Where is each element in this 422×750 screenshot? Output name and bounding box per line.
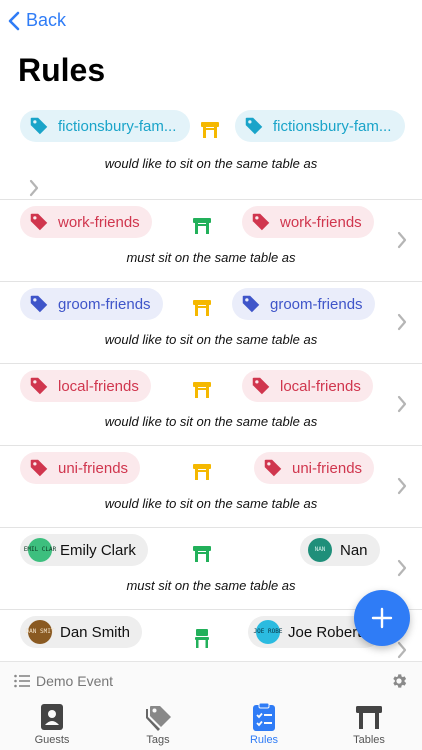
- rule-caption: must sit on the same table as: [126, 578, 296, 593]
- page-title: Rules: [18, 52, 106, 88]
- tag-chip[interactable]: uni-friends: [20, 452, 141, 484]
- avatar: NAN: [308, 538, 332, 562]
- tag-icon: [30, 377, 48, 395]
- tag-icon: [30, 213, 48, 231]
- tab-label: Rules: [249, 734, 279, 746]
- tag-label: local-friends: [280, 377, 361, 395]
- guest-name: Emily Clark: [60, 541, 136, 559]
- tag-label: work-friends: [58, 213, 140, 231]
- event-bar[interactable]: Demo Event: [0, 661, 422, 699]
- tab-rules[interactable]: Rules: [222, 699, 306, 746]
- table-icon: [356, 706, 382, 729]
- gear-icon[interactable]: [390, 672, 408, 690]
- clipboard-checklist-icon: [253, 702, 275, 731]
- add-rule-button[interactable]: [354, 590, 410, 646]
- avatar: EMIL CLAR: [24, 538, 56, 562]
- tag-chip[interactable]: groom-friends: [20, 288, 163, 320]
- chevron-right-icon: [397, 395, 407, 413]
- table-icon: [193, 546, 211, 562]
- contact-card-icon: [41, 704, 63, 730]
- rule-row[interactable]: uni-friends uni-friends would like to si…: [0, 446, 422, 528]
- rule-caption: would like to sit on the same table as: [104, 496, 318, 511]
- chevron-right-icon: [397, 559, 407, 577]
- tab-label: Tags: [146, 734, 170, 746]
- tab-label: Tables: [353, 734, 385, 746]
- list-icon: [14, 674, 30, 688]
- event-name: Demo Event: [36, 673, 114, 689]
- back-label: Back: [26, 10, 67, 30]
- tag-label: local-friends: [58, 377, 139, 395]
- tab-tables[interactable]: Tables: [327, 699, 411, 746]
- tag-label: fictionsbury-fam...: [58, 117, 177, 135]
- avatar: JOE ROBE: [254, 620, 282, 644]
- guest-name: Nan: [340, 541, 368, 559]
- tag-chip[interactable]: local-friends: [242, 370, 373, 402]
- tags-icon: [146, 706, 171, 731]
- rule-row[interactable]: work-friends work-friends must sit on th…: [0, 200, 422, 282]
- tag-label: uni-friends: [292, 459, 363, 477]
- tab-guests[interactable]: Guests: [10, 699, 94, 746]
- avatar: DAN SMIT: [26, 620, 54, 644]
- tag-icon: [245, 117, 263, 135]
- table-icon: [193, 218, 211, 234]
- table-icon: [201, 122, 219, 138]
- tag-chip[interactable]: fictionsbury-fam...: [235, 110, 405, 142]
- tag-label: fictionsbury-fam...: [273, 117, 392, 135]
- tag-chip[interactable]: fictionsbury-fam...: [20, 110, 190, 142]
- tag-label: uni-friends: [58, 459, 129, 477]
- rule-row[interactable]: local-friends local-friends would like t…: [0, 364, 422, 446]
- plus-icon: [371, 607, 393, 629]
- tag-icon: [242, 295, 260, 313]
- tag-icon: [252, 213, 270, 231]
- table-icon: [193, 464, 211, 480]
- tag-chip[interactable]: groom-friends: [232, 288, 375, 320]
- table-icon: [193, 382, 211, 398]
- tag-chip[interactable]: uni-friends: [254, 452, 375, 484]
- tag-label: work-friends: [280, 213, 362, 231]
- tag-icon: [264, 459, 282, 477]
- rule-row[interactable]: fictionsbury-fam... fictionsbury-fam... …: [0, 104, 422, 200]
- rules-list[interactable]: fictionsbury-fam... fictionsbury-fam... …: [0, 104, 422, 660]
- tab-bar: Guests Tags Rules Tables: [0, 699, 422, 750]
- guest-chip[interactable]: DAN SMIT Dan Smith: [20, 616, 143, 648]
- tag-chip[interactable]: local-friends: [20, 370, 151, 402]
- tag-icon: [30, 117, 48, 135]
- chevron-left-icon: [8, 11, 20, 30]
- tag-icon: [30, 295, 48, 313]
- table-icon: [193, 300, 211, 316]
- chevron-right-icon: [397, 641, 407, 659]
- tag-icon: [30, 459, 48, 477]
- rule-caption: would like to sit on the same table as: [104, 332, 318, 347]
- chair-icon: [195, 629, 209, 648]
- chevron-right-icon: [397, 477, 407, 495]
- tag-label: groom-friends: [270, 295, 363, 313]
- guest-chip[interactable]: NAN Nan: [300, 534, 380, 566]
- tab-tags[interactable]: Tags: [116, 699, 200, 746]
- rule-caption: must sit on the same table as: [126, 250, 296, 265]
- chevron-right-icon: [397, 313, 407, 331]
- tag-chip[interactable]: work-friends: [242, 206, 374, 238]
- back-button[interactable]: Back: [8, 10, 66, 31]
- guest-name: Dan Smith: [60, 623, 131, 641]
- chevron-right-icon: [29, 179, 39, 197]
- rule-caption: would like to sit on the same table as: [104, 156, 318, 171]
- tag-label: groom-friends: [58, 295, 151, 313]
- rule-row[interactable]: EMIL CLAR Emily Clark NAN Nan must sit o…: [0, 528, 422, 610]
- tag-icon: [252, 377, 270, 395]
- guest-chip[interactable]: EMIL CLAR Emily Clark: [20, 534, 148, 566]
- chevron-right-icon: [397, 231, 407, 249]
- rule-caption: would like to sit on the same table as: [104, 414, 318, 429]
- tag-chip[interactable]: work-friends: [20, 206, 152, 238]
- tab-label: Guests: [34, 734, 70, 746]
- rule-row[interactable]: groom-friends groom-friends would like t…: [0, 282, 422, 364]
